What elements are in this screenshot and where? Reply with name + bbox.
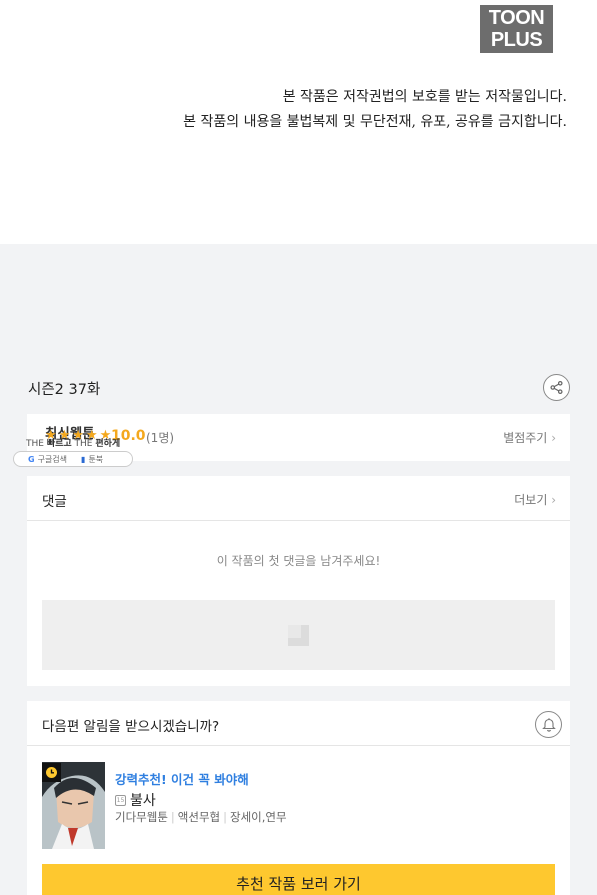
tag-item: 장세이,연무 xyxy=(229,810,287,824)
copyright-line1: 본 작품은 저작권법의 보호를 받는 저작물입니다. xyxy=(282,89,567,105)
toonplus-logo[interactable]: TOON PLUS xyxy=(480,5,553,53)
tag-mid: THE xyxy=(71,439,96,449)
alert-title: 다음편 알림을 받으시겠습니까? xyxy=(42,719,220,735)
tag-bold2: 편하게 xyxy=(95,439,121,449)
copyright-notice: 본 작품은 저작권법의 보호를 받는 저작물입니다. 본 작품의 내용을 불법복… xyxy=(183,85,567,135)
age-rating-badge: 15 xyxy=(115,794,126,806)
share-button[interactable] xyxy=(543,374,570,401)
tag-separator: | xyxy=(170,810,175,824)
copyright-line2: 본 작품의 내용을 불법복제 및 무단전재, 유포, 공유를 금지합니다. xyxy=(183,114,567,130)
episode-title: 시즌2 37화 xyxy=(28,382,101,398)
overlay-tagline: THE 빠르고 THE 편하게 xyxy=(26,436,120,449)
google-search-label: 구글검색 xyxy=(37,454,68,464)
tag-item: 액션무협 xyxy=(177,810,221,824)
chevron-right-icon: › xyxy=(551,493,556,507)
next-episode-alert-card: 다음편 알림을 받으시겠습니까? 강력추천! 이건 꼭 봐야해 15 불사 기다… xyxy=(27,701,570,895)
google-g-icon: G xyxy=(28,454,35,464)
comment-header: 댓글 더보기 › xyxy=(27,476,570,521)
copyright-section: TOON PLUS 본 작품은 저작권법의 보호를 받는 저작물입니다. 본 작… xyxy=(0,0,597,244)
recommended-tags: 기다무웹툰 | 액션무협 | 장세이,연무 xyxy=(115,809,287,825)
recommend-label[interactable]: 강력추천! 이건 꼭 봐야해 xyxy=(115,769,249,788)
book-icon: ▮ xyxy=(81,454,86,464)
search-pill[interactable]: G 구글검색 ▮ 툰북 xyxy=(13,451,133,467)
toonbook-label: 툰북 xyxy=(88,454,104,464)
bell-button[interactable] xyxy=(535,711,562,738)
rate-button-label: 별점주기 xyxy=(503,431,548,445)
chevron-right-icon: › xyxy=(551,431,556,445)
rate-button[interactable]: 별점주기 › xyxy=(503,429,556,446)
comment-title: 댓글 xyxy=(42,494,67,510)
rating-count: (1명) xyxy=(146,431,175,445)
logo-line1: TOON xyxy=(488,7,545,29)
recommended-title-row[interactable]: 15 불사 xyxy=(115,790,156,810)
comment-card: 댓글 더보기 › 이 작품의 첫 댓글을 남겨주세요! xyxy=(27,476,570,686)
share-icon xyxy=(550,380,563,395)
image-placeholder-icon xyxy=(288,625,309,646)
recommended-title: 불사 xyxy=(130,793,156,809)
tag-item: 기다무웹툰 xyxy=(115,810,168,824)
tag-prefix: THE xyxy=(26,439,47,449)
comment-more-link[interactable]: 더보기 › xyxy=(514,491,556,508)
more-link-label: 더보기 xyxy=(514,493,548,507)
empty-comment-text: 이 작품의 첫 댓글을 남겨주세요! xyxy=(216,554,381,568)
tag-separator: | xyxy=(223,810,227,824)
tag-bold1: 빠르고 xyxy=(46,439,72,449)
bell-icon xyxy=(541,718,556,732)
clock-icon xyxy=(46,767,57,778)
alert-header: 다음편 알림을 받으시겠습니까? xyxy=(27,701,570,746)
clock-badge xyxy=(42,763,61,782)
logo-line2: PLUS xyxy=(490,29,543,51)
see-recommended-button[interactable]: 추천 작품 보러 가기 xyxy=(42,864,555,895)
